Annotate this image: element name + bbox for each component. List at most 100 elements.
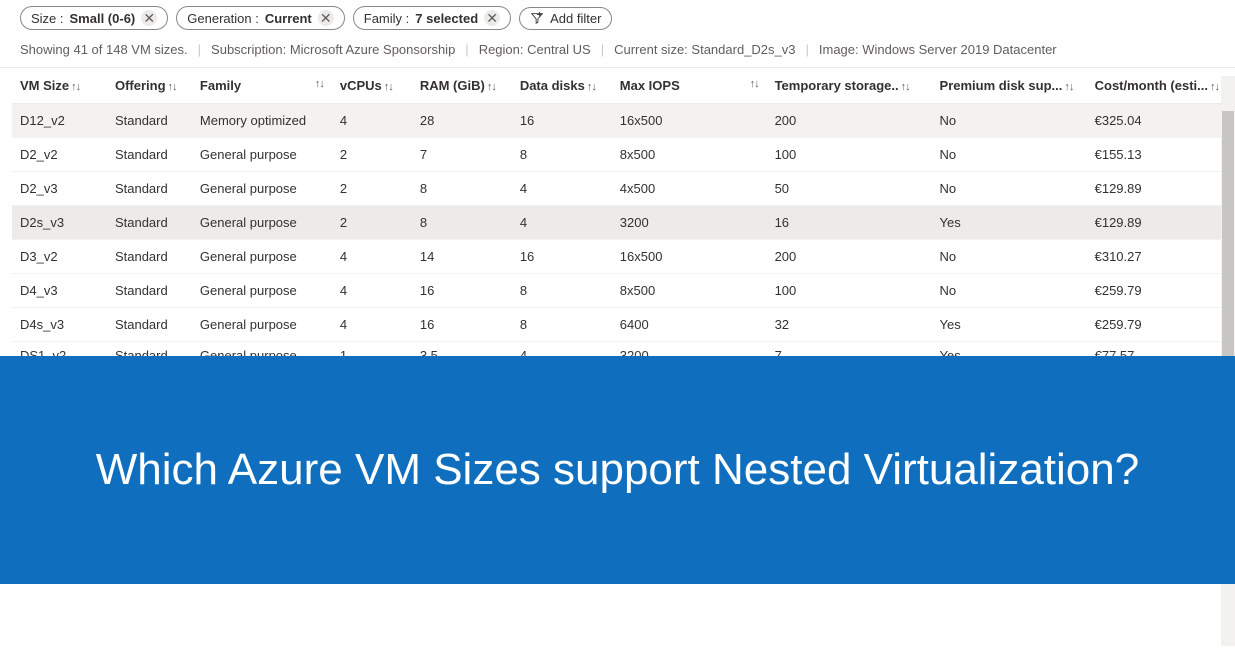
table-cell: 4 <box>512 206 612 240</box>
table-cell: 4 <box>332 104 412 138</box>
remove-filter-icon[interactable]: ✕ <box>318 10 334 26</box>
table-cell: 16 <box>412 308 512 342</box>
table-cell: 50 <box>767 172 932 206</box>
table-row[interactable]: D12_v2StandardMemory optimized4281616x50… <box>12 104 1227 138</box>
filter-chip-generation[interactable]: Generation : Current ✕ <box>176 6 345 30</box>
table-cell: D3_v2 <box>12 240 107 274</box>
sort-icon: ↑↓ <box>487 81 496 93</box>
table-cell: Yes <box>932 308 1087 342</box>
col-vm-size[interactable]: VM Size↑↓ <box>12 68 107 104</box>
table-cell: D2s_v3 <box>12 206 107 240</box>
col-offering[interactable]: Offering↑↓ <box>107 68 192 104</box>
table-header-row: VM Size↑↓ Offering↑↓ Family↑↓ vCPUs↑↓ RA… <box>12 68 1227 104</box>
table-cell: D4_v3 <box>12 274 107 308</box>
table-cell: No <box>932 172 1087 206</box>
col-vcpus[interactable]: vCPUs↑↓ <box>332 68 412 104</box>
sort-icon: ↑↓ <box>315 78 324 90</box>
col-family[interactable]: Family↑↓ <box>192 68 332 104</box>
table-cell: 2 <box>332 138 412 172</box>
table-cell: 16 <box>412 274 512 308</box>
table-cell: Standard <box>107 206 192 240</box>
table-row[interactable]: D2s_v3StandardGeneral purpose284320016Ye… <box>12 206 1227 240</box>
table-cell: Yes <box>932 206 1087 240</box>
table-cell: General purpose <box>192 138 332 172</box>
table-cell: Standard <box>107 172 192 206</box>
remove-filter-icon[interactable]: ✕ <box>484 10 500 26</box>
banner-text: Which Azure VM Sizes support Nested Virt… <box>96 440 1139 499</box>
table-cell: 32 <box>767 308 932 342</box>
sort-icon: ↑↓ <box>1064 81 1073 93</box>
table-cell: Standard <box>107 274 192 308</box>
table-cell: 6400 <box>612 308 767 342</box>
overlay-banner: Which Azure VM Sizes support Nested Virt… <box>0 356 1235 584</box>
table-cell: 16x500 <box>612 104 767 138</box>
table-cell: €129.89 <box>1087 172 1227 206</box>
sort-icon: ↑↓ <box>168 81 177 93</box>
table-cell: 8 <box>512 274 612 308</box>
col-ram[interactable]: RAM (GiB)↑↓ <box>412 68 512 104</box>
filter-icon <box>530 11 544 25</box>
table-row[interactable]: D2_v2StandardGeneral purpose2788x500100N… <box>12 138 1227 172</box>
table-cell: No <box>932 274 1087 308</box>
add-filter-button[interactable]: Add filter <box>519 7 612 30</box>
table-cell: General purpose <box>192 274 332 308</box>
table-cell: €129.89 <box>1087 206 1227 240</box>
subscription-info: Subscription: Microsoft Azure Sponsorshi… <box>211 42 455 57</box>
col-data-disks[interactable]: Data disks↑↓ <box>512 68 612 104</box>
table-row[interactable]: D3_v2StandardGeneral purpose4141616x5002… <box>12 240 1227 274</box>
table-cell: No <box>932 240 1087 274</box>
table-cell: Standard <box>107 104 192 138</box>
table-cell: 100 <box>767 274 932 308</box>
table-cell: 4 <box>332 240 412 274</box>
sort-icon: ↑↓ <box>901 81 910 93</box>
table-cell: No <box>932 104 1087 138</box>
table-cell: 28 <box>412 104 512 138</box>
filter-label: Size : <box>31 11 64 26</box>
table-cell: Standard <box>107 240 192 274</box>
filter-label: Family : <box>364 11 410 26</box>
table-cell: 8x500 <box>612 138 767 172</box>
table-cell: 16 <box>767 206 932 240</box>
table-cell: 8 <box>512 308 612 342</box>
table-cell: 200 <box>767 240 932 274</box>
table-cell: 8 <box>412 206 512 240</box>
region-info: Region: Central US <box>479 42 591 57</box>
table-cell: D4s_v3 <box>12 308 107 342</box>
table-cell: General purpose <box>192 308 332 342</box>
table-cell: Standard <box>107 138 192 172</box>
table-row[interactable]: D4_v3StandardGeneral purpose41688x500100… <box>12 274 1227 308</box>
table-cell: €310.27 <box>1087 240 1227 274</box>
filter-chip-family[interactable]: Family : 7 selected ✕ <box>353 6 511 30</box>
filter-label: Generation : <box>187 11 259 26</box>
filter-chip-size[interactable]: Size : Small (0-6) ✕ <box>20 6 168 30</box>
col-cost[interactable]: Cost/month (esti...↑↓ <box>1087 68 1227 104</box>
table-cell: 8 <box>412 172 512 206</box>
table-cell: €259.79 <box>1087 308 1227 342</box>
table-cell: 4 <box>332 274 412 308</box>
col-premium-disk[interactable]: Premium disk sup...↑↓ <box>932 68 1087 104</box>
table-cell: D12_v2 <box>12 104 107 138</box>
table-cell: 2 <box>332 172 412 206</box>
sort-icon: ↑↓ <box>384 81 393 93</box>
table-cell: 8 <box>512 138 612 172</box>
sort-icon: ↑↓ <box>750 78 759 90</box>
separator: | <box>465 42 468 57</box>
table-cell: €325.04 <box>1087 104 1227 138</box>
table-row[interactable]: D2_v3StandardGeneral purpose2844x50050No… <box>12 172 1227 206</box>
add-filter-label: Add filter <box>550 11 601 26</box>
table-cell: 200 <box>767 104 932 138</box>
col-max-iops[interactable]: Max IOPS↑↓ <box>612 68 767 104</box>
remove-filter-icon[interactable]: ✕ <box>141 10 157 26</box>
separator: | <box>198 42 201 57</box>
sort-icon: ↑↓ <box>587 81 596 93</box>
table-cell: 4x500 <box>612 172 767 206</box>
table-cell: Memory optimized <box>192 104 332 138</box>
current-size-info: Current size: Standard_D2s_v3 <box>614 42 795 57</box>
scrollbar-thumb[interactable] <box>1222 111 1234 371</box>
table-cell: Standard <box>107 308 192 342</box>
col-temp-storage[interactable]: Temporary storage..↑↓ <box>767 68 932 104</box>
table-row[interactable]: D4s_v3StandardGeneral purpose4168640032Y… <box>12 308 1227 342</box>
showing-count: Showing 41 of 148 VM sizes. <box>20 42 188 57</box>
context-bar: Showing 41 of 148 VM sizes. | Subscripti… <box>0 36 1235 67</box>
table-cell: D2_v3 <box>12 172 107 206</box>
